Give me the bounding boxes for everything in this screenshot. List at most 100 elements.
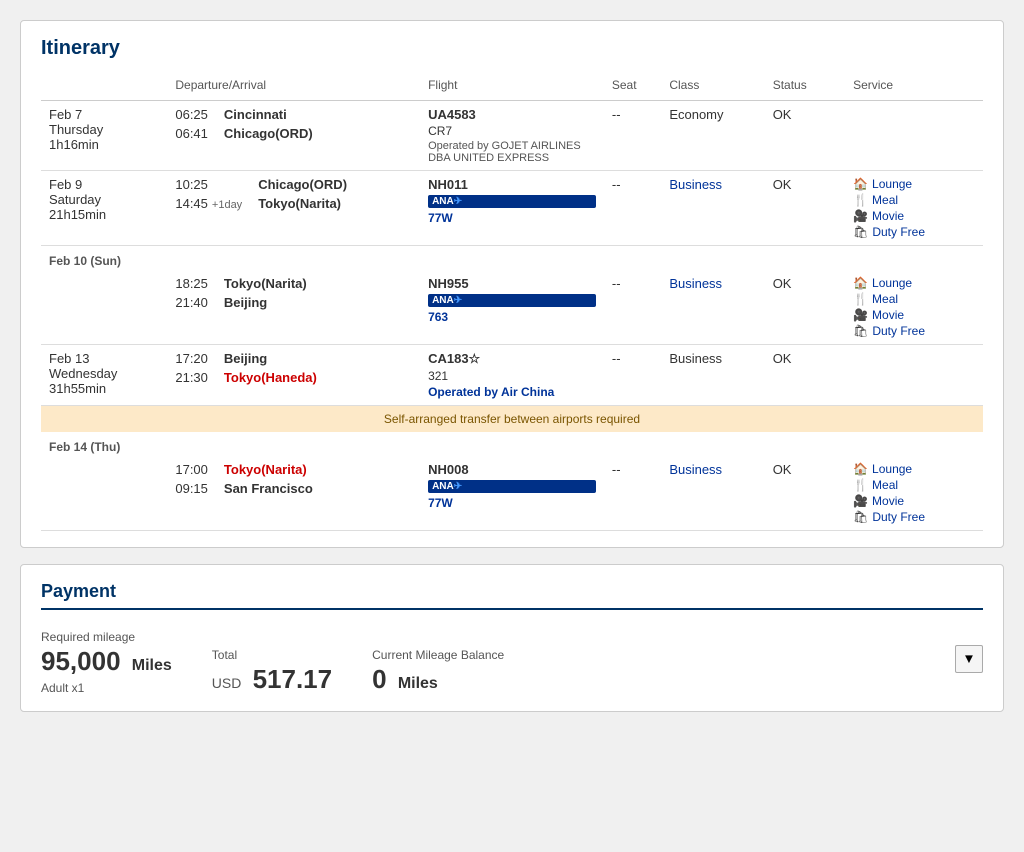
service-block: 🏠 Lounge 🍴 Meal 🎥 Movie 🛍 Duty Free bbox=[853, 462, 975, 524]
arr-time: 21:40 bbox=[175, 295, 208, 310]
service-item: 🎥 Movie bbox=[853, 209, 975, 223]
flight-aircraft-link[interactable]: 763 bbox=[428, 310, 596, 324]
table-row: 17:00 09:15 Tokyo(Narita) San Francisco … bbox=[41, 456, 983, 531]
date-day: Thursday bbox=[49, 122, 159, 137]
total-currency: USD bbox=[212, 675, 242, 691]
service-icon-lounge: 🏠 bbox=[853, 462, 868, 476]
adult-label: Adult x1 bbox=[41, 681, 172, 695]
service-link-duty-free[interactable]: Duty Free bbox=[872, 324, 925, 338]
col-header-class: Class bbox=[661, 74, 764, 101]
table-row: Feb 9 Saturday 21h15min 10:25 14:45+1day… bbox=[41, 171, 983, 246]
seat-value: -- bbox=[612, 107, 621, 122]
service-link-lounge[interactable]: Lounge bbox=[872, 276, 912, 290]
service-link-movie[interactable]: Movie bbox=[872, 494, 904, 508]
payment-row: Required mileage 95,000 Miles Adult x1 T… bbox=[41, 630, 504, 695]
flight-cell: NH955ANA✈763 bbox=[420, 270, 604, 345]
arr-city: Beijing bbox=[224, 295, 307, 310]
arr-time: 21:30 bbox=[175, 370, 208, 385]
date-label: Feb 7 bbox=[49, 107, 159, 122]
class-value[interactable]: Business bbox=[669, 177, 722, 192]
date-day: Saturday bbox=[49, 192, 159, 207]
class-cell: Business bbox=[661, 456, 764, 531]
arr-time: 06:41 bbox=[175, 126, 208, 141]
class-cell: Economy bbox=[661, 101, 764, 171]
date-duration: 1h16min bbox=[49, 137, 159, 152]
status-value: OK bbox=[773, 462, 792, 477]
mileage-unit: Miles bbox=[132, 657, 172, 674]
date-duration: 21h15min bbox=[49, 207, 159, 222]
arr-city: Chicago(ORD) bbox=[224, 126, 313, 141]
service-link-duty-free[interactable]: Duty Free bbox=[872, 225, 925, 239]
flight-aircraft: CR7 bbox=[428, 124, 596, 138]
mileage-number: 95,000 bbox=[41, 646, 121, 676]
arr-time: 14:45+1day bbox=[175, 196, 242, 211]
flight-cell: NH011ANA✈77W bbox=[420, 171, 604, 246]
payment-mileage: Required mileage 95,000 Miles Adult x1 bbox=[41, 630, 172, 695]
sub-date-row: Feb 10 (Sun) bbox=[41, 246, 983, 271]
service-item: 🏠 Lounge bbox=[853, 276, 975, 290]
balance-value: 0 Miles bbox=[372, 664, 504, 695]
ana-logo: ANA✈ bbox=[428, 480, 596, 493]
flight-cell: CA183☆ 321 Operated by Air China bbox=[420, 345, 604, 406]
date-label: Feb 13 bbox=[49, 351, 159, 366]
col-header-status: Status bbox=[765, 74, 845, 101]
service-link-movie[interactable]: Movie bbox=[872, 209, 904, 223]
dep-city: Beijing bbox=[224, 351, 317, 366]
date-cell: Feb 9 Saturday 21h15min bbox=[41, 171, 167, 246]
service-item: 🍴 Meal bbox=[853, 478, 975, 492]
flight-aircraft-link[interactable]: 77W bbox=[428, 211, 596, 225]
service-icon-meal: 🍴 bbox=[853, 478, 868, 492]
status-cell: OK bbox=[765, 456, 845, 531]
col-header-date bbox=[41, 74, 167, 101]
city-block: Cincinnati Chicago(ORD) bbox=[224, 107, 313, 141]
service-link-meal[interactable]: Meal bbox=[872, 193, 898, 207]
flight-block: UA4583CR7Operated by GOJET AIRLINES DBA … bbox=[428, 107, 596, 164]
seat-value: -- bbox=[612, 351, 621, 366]
date-duration: 31h55min bbox=[49, 381, 159, 396]
dep-time: 17:00 bbox=[175, 462, 208, 477]
service-item: 🛍 Duty Free bbox=[853, 324, 975, 338]
balance-number: 0 bbox=[372, 664, 386, 694]
seat-cell: -- bbox=[604, 171, 661, 246]
transfer-row: Self-arranged transfer between airports … bbox=[41, 406, 983, 433]
class-value[interactable]: Business bbox=[669, 462, 722, 477]
dep-city: Cincinnati bbox=[224, 107, 313, 122]
depart-arrival-cell: 10:25 14:45+1day Chicago(ORD) Tokyo(Nari… bbox=[167, 171, 420, 246]
balance-label: Current Mileage Balance bbox=[372, 648, 504, 662]
col-header-service: Service bbox=[845, 74, 983, 101]
table-row: 18:25 21:40 Tokyo(Narita) Beijing NH955A… bbox=[41, 270, 983, 345]
time-block: 17:20 21:30 bbox=[175, 351, 208, 385]
service-link-duty-free[interactable]: Duty Free bbox=[872, 510, 925, 524]
service-link-lounge[interactable]: Lounge bbox=[872, 462, 912, 476]
flight-number: NH008 bbox=[428, 462, 596, 477]
dep-city: Tokyo(Narita) bbox=[224, 462, 313, 477]
payment-title: Payment bbox=[41, 581, 983, 610]
service-link-lounge[interactable]: Lounge bbox=[872, 177, 912, 191]
payment-dropdown-button[interactable]: ▼ bbox=[955, 645, 983, 673]
service-item: 🍴 Meal bbox=[853, 193, 975, 207]
flight-number: UA4583 bbox=[428, 107, 596, 122]
service-cell: 🏠 Lounge 🍴 Meal 🎥 Movie 🛍 Duty Free bbox=[845, 171, 983, 246]
depart-arrival-cell: 06:25 06:41 Cincinnati Chicago(ORD) bbox=[167, 101, 420, 171]
city-block: Tokyo(Narita) San Francisco bbox=[224, 462, 313, 496]
ana-logo: ANA✈ bbox=[428, 294, 596, 307]
service-cell bbox=[845, 345, 983, 406]
operated-by-link[interactable]: Operated by Air China bbox=[428, 385, 596, 399]
status-value: OK bbox=[773, 276, 792, 291]
status-cell: OK bbox=[765, 345, 845, 406]
flight-aircraft-link[interactable]: 77W bbox=[428, 496, 596, 510]
service-icon-movie: 🎥 bbox=[853, 494, 868, 508]
service-link-movie[interactable]: Movie bbox=[872, 308, 904, 322]
class-value: Business bbox=[669, 351, 722, 366]
status-cell: OK bbox=[765, 171, 845, 246]
service-icon-movie: 🎥 bbox=[853, 308, 868, 322]
payment-content: Required mileage 95,000 Miles Adult x1 T… bbox=[41, 622, 983, 695]
date-label: Feb 9 bbox=[49, 177, 159, 192]
flight-cell: NH008 ANA✈ 77W bbox=[420, 456, 604, 531]
arr-city: Tokyo(Haneda) bbox=[224, 370, 317, 385]
service-link-meal[interactable]: Meal bbox=[872, 292, 898, 306]
service-icon-lounge: 🏠 bbox=[853, 177, 868, 191]
balance-unit: Miles bbox=[398, 675, 438, 692]
class-value[interactable]: Business bbox=[669, 276, 722, 291]
service-link-meal[interactable]: Meal bbox=[872, 478, 898, 492]
